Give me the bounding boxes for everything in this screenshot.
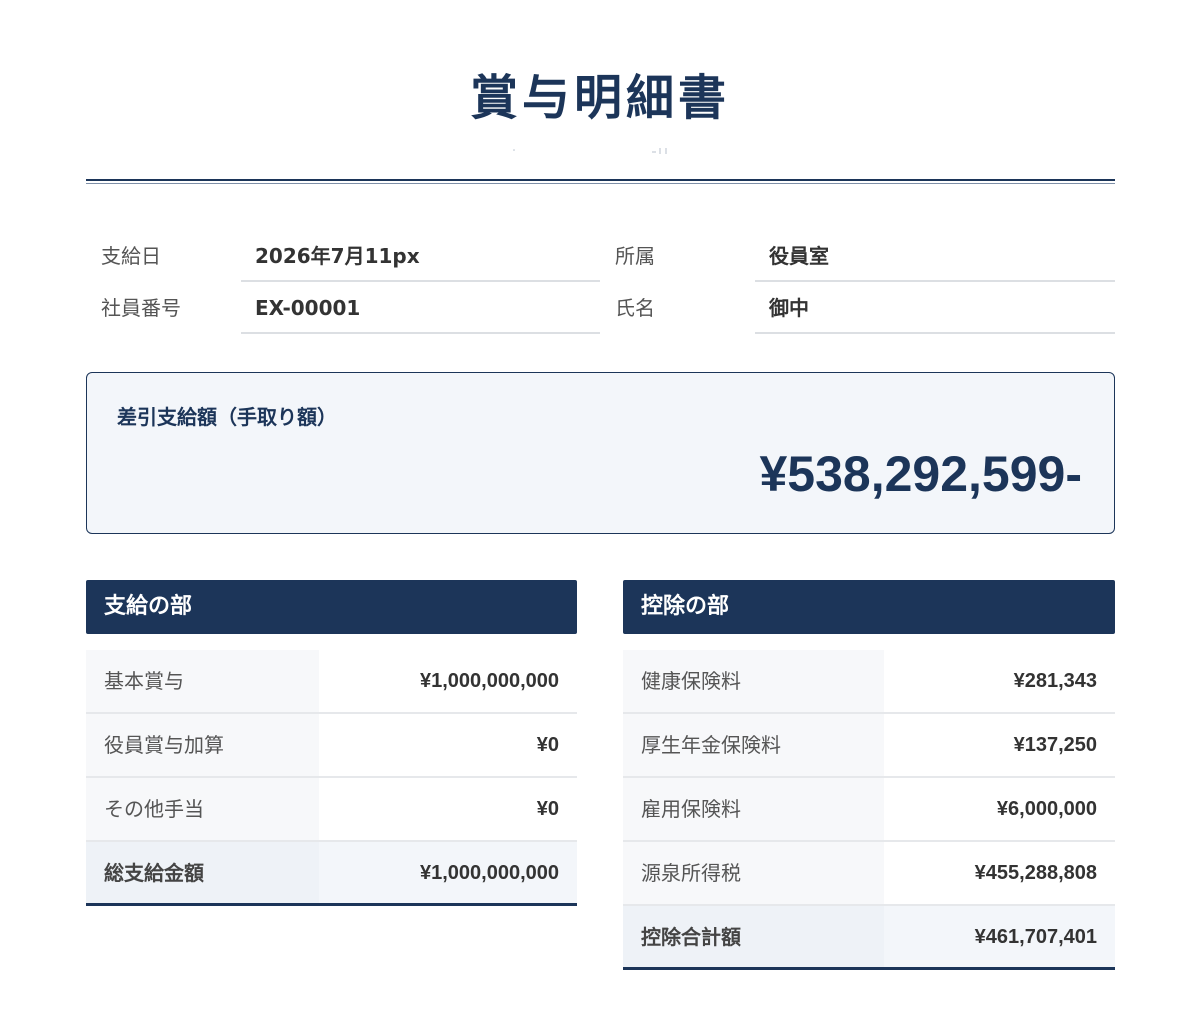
faint-marks-graphic bbox=[513, 148, 667, 154]
payment-row-executive-bonus: 役員賞与加算 ¥0 bbox=[86, 714, 577, 778]
payments-rows: 基本賞与 ¥1,000,000,000 役員賞与加算 ¥0 その他手当 ¥0 総… bbox=[86, 650, 577, 906]
deductions-section: 控除の部 健康保険料 ¥281,343 厚生年金保険料 ¥137,250 雇用保… bbox=[623, 580, 1115, 970]
faint-subtitle-marks bbox=[0, 146, 1200, 158]
deduction-total-label: 控除合計額 bbox=[623, 906, 884, 967]
name-value: 御中 bbox=[755, 282, 1115, 334]
payments-section: 支給の部 基本賞与 ¥1,000,000,000 役員賞与加算 ¥0 その他手当… bbox=[86, 580, 577, 906]
department-value: 役員室 bbox=[755, 230, 1115, 282]
payments-header: 支給の部 bbox=[86, 580, 577, 634]
deductions-rows: 健康保険料 ¥281,343 厚生年金保険料 ¥137,250 雇用保険料 ¥6… bbox=[623, 650, 1115, 970]
net-pay-panel: 差引支給額（手取り額） ¥538,292,599- bbox=[86, 372, 1115, 534]
payment-row-other-allowance: その他手当 ¥0 bbox=[86, 778, 577, 842]
deduction-row-value: ¥6,000,000 bbox=[996, 798, 1097, 820]
deduction-total-value: ¥461,707,401 bbox=[883, 906, 1115, 967]
deduction-row-label: 厚生年金保険料 bbox=[623, 714, 884, 776]
deduction-row-label: 健康保険料 bbox=[623, 650, 884, 712]
deduction-row-label: 雇用保険料 bbox=[623, 778, 884, 840]
payment-row-label: その他手当 bbox=[86, 778, 320, 840]
deduction-row-income-tax: 源泉所得税 ¥455,288,808 bbox=[623, 842, 1115, 906]
net-pay-amount: ¥538,292,599- bbox=[759, 446, 1082, 502]
title-divider-thin bbox=[86, 183, 1115, 184]
payment-row-value: ¥0 bbox=[536, 734, 559, 756]
deductions-header: 控除の部 bbox=[623, 580, 1115, 634]
payment-row-value: ¥1,000,000,000 bbox=[419, 670, 559, 692]
department-label: 所属 bbox=[615, 244, 655, 268]
pay-date-value: 2026年7月11px bbox=[241, 230, 600, 282]
employee-no-label: 社員番号 bbox=[101, 296, 181, 320]
payment-total-row: 総支給金額 ¥1,000,000,000 bbox=[86, 842, 577, 906]
net-pay-label: 差引支給額（手取り額） bbox=[117, 405, 337, 429]
deduction-row-value: ¥137,250 bbox=[1013, 734, 1097, 756]
deduction-row-label: 源泉所得税 bbox=[623, 842, 884, 904]
document-title: 賞与明細書 bbox=[469, 70, 730, 126]
payment-row-label: 基本賞与 bbox=[86, 650, 320, 712]
employee-no-value: EX-00001 bbox=[241, 282, 600, 334]
payment-row-label: 役員賞与加算 bbox=[86, 714, 320, 776]
payment-row-basic-bonus: 基本賞与 ¥1,000,000,000 bbox=[86, 650, 577, 714]
deduction-row-employment-insurance: 雇用保険料 ¥6,000,000 bbox=[623, 778, 1115, 842]
payment-total-label: 総支給金額 bbox=[86, 842, 320, 903]
payment-total-value: ¥1,000,000,000 bbox=[319, 842, 577, 903]
title-divider-thick bbox=[86, 179, 1115, 181]
deduction-row-value: ¥281,343 bbox=[1013, 670, 1097, 692]
deduction-row-pension: 厚生年金保険料 ¥137,250 bbox=[623, 714, 1115, 778]
name-label: 氏名 bbox=[615, 296, 655, 320]
payment-row-value: ¥0 bbox=[536, 798, 559, 820]
deduction-row-health-insurance: 健康保険料 ¥281,343 bbox=[623, 650, 1115, 714]
deduction-total-row: 控除合計額 ¥461,707,401 bbox=[623, 906, 1115, 970]
employee-info-grid: 支給日 2026年7月11px 所属 役員室 社員番号 EX-00001 氏名 … bbox=[86, 230, 1115, 335]
deduction-row-value: ¥455,288,808 bbox=[974, 862, 1097, 884]
pay-date-label: 支給日 bbox=[101, 244, 161, 268]
